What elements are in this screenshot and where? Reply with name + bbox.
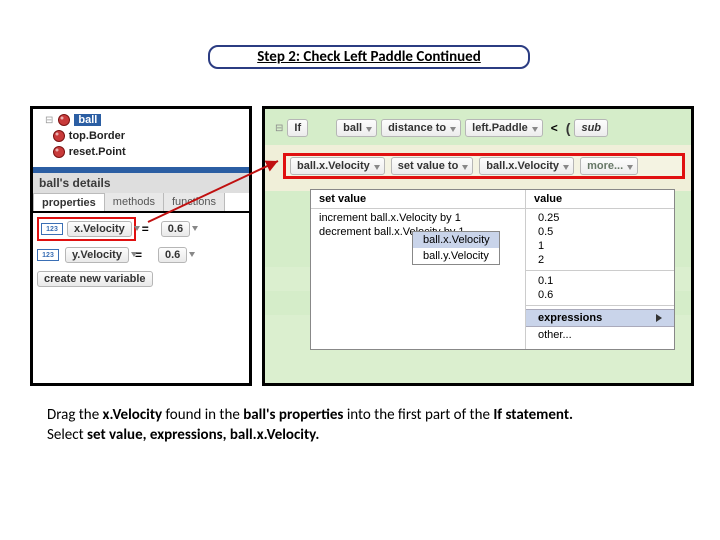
menu-left-col: increment ball.x.Velocity by 1 decrement…: [311, 209, 526, 349]
tab-properties[interactable]: properties: [33, 193, 105, 211]
tree-leaf-icon: [45, 147, 48, 158]
prop-value[interactable]: 0.6: [158, 247, 187, 263]
less-than-label: <: [547, 121, 562, 135]
step-title-text: Step 2: Check Left Paddle Continued: [257, 48, 481, 66]
tree-expand-icon[interactable]: ⊟: [45, 115, 53, 126]
submenu-arrow-icon: [656, 314, 662, 322]
tree-label: top.Border: [69, 130, 125, 142]
token-setvalue[interactable]: set value to: [391, 157, 474, 175]
ball-icon: [52, 129, 66, 143]
submenu-item-ballxv[interactable]: ball.x.Velocity: [413, 232, 499, 248]
menu-header: set value value: [311, 190, 674, 209]
t: ball's properties: [243, 406, 347, 424]
value-option[interactable]: 1: [526, 239, 674, 253]
prop-name[interactable]: y.Velocity: [65, 247, 129, 263]
property-xvelocity[interactable]: 123 x.Velocity = 0.6: [37, 217, 245, 241]
if-token-ball[interactable]: ball: [336, 119, 377, 137]
tree-leaf-icon: [45, 131, 48, 142]
expressions-label: expressions: [538, 312, 602, 324]
object-panel: ⊟ ball top.Border reset.Point ball's det…: [30, 106, 252, 386]
value-option[interactable]: 0.5: [526, 225, 674, 239]
menu-item-expressions[interactable]: expressions: [526, 309, 674, 327]
token-more[interactable]: more...: [580, 157, 638, 175]
value-option[interactable]: 0.1: [526, 274, 674, 288]
tree-label: ball: [74, 114, 101, 126]
expressions-submenu[interactable]: ball.x.Velocity ball.y.Velocity: [412, 231, 500, 265]
value-option[interactable]: 2: [526, 253, 674, 267]
tree-row-ball[interactable]: ⊟ ball: [45, 113, 243, 127]
menu-separator: [526, 270, 674, 271]
details-tabs: properties methods functions: [33, 193, 249, 213]
xvelocity-highlight: 123 x.Velocity: [37, 217, 136, 241]
tree-label: reset.Point: [69, 146, 126, 158]
tab-methods[interactable]: methods: [105, 193, 164, 211]
if-keyword: If: [287, 119, 308, 137]
tree-row-topborder[interactable]: top.Border: [45, 129, 243, 143]
t: into the first part of the: [347, 406, 494, 424]
step-title: Step 2: Check Left Paddle Continued: [208, 45, 530, 69]
details-heading: ball's details: [33, 173, 249, 193]
if-statement-row[interactable]: ⊟ If ball distance to left.Paddle < ( su…: [275, 119, 608, 137]
prop-value[interactable]: 0.6: [161, 221, 190, 237]
set-value-statement[interactable]: ball.x.Velocity set value to ball.x.Velo…: [283, 153, 685, 179]
t: found in the: [166, 406, 244, 424]
t: Select: [47, 426, 87, 444]
t: set value, expressions, ball.x.Velocity.: [87, 426, 319, 444]
t: If statement.: [493, 406, 573, 424]
menu-item-other[interactable]: other...: [526, 327, 674, 343]
ball-icon: [52, 145, 66, 159]
t: x.Velocity: [103, 406, 166, 424]
value-option[interactable]: 0.25: [526, 211, 674, 225]
if-token-leftpaddle[interactable]: left.Paddle: [465, 119, 543, 137]
paren-open: (: [566, 120, 571, 136]
tree-row-resetpoint[interactable]: reset.Point: [45, 145, 243, 159]
prop-name[interactable]: x.Velocity: [67, 221, 132, 237]
create-new-variable[interactable]: create new variable: [37, 271, 245, 287]
instruction-text: Drag the x.Velocity found in the ball's …: [47, 406, 680, 445]
if-token-sub[interactable]: sub: [574, 119, 608, 137]
properties-body: 123 x.Velocity = 0.6 123 y.Velocity = 0.…: [33, 213, 249, 291]
menu-separator: [526, 305, 674, 306]
menu-item-increment[interactable]: increment ball.x.Velocity by 1: [319, 211, 517, 225]
menu-col-setvalue: set value: [311, 190, 526, 208]
token-ballxv2[interactable]: ball.x.Velocity: [479, 157, 574, 175]
value-option[interactable]: 0.6: [526, 288, 674, 302]
t: Drag the: [47, 406, 103, 424]
token-ballxv[interactable]: ball.x.Velocity: [290, 157, 385, 175]
menu-right-col: 0.25 0.5 1 2 0.1 0.6 expressions other..…: [526, 209, 674, 349]
object-tree: ⊟ ball top.Border reset.Point: [33, 109, 249, 163]
menu-col-value: value: [526, 190, 674, 208]
create-new-variable-label: create new variable: [37, 271, 153, 287]
ball-icon: [57, 113, 71, 127]
number-type-icon: 123: [41, 223, 63, 235]
property-yvelocity[interactable]: 123 y.Velocity = 0.6: [37, 247, 245, 263]
collapse-icon[interactable]: ⊟: [275, 123, 283, 134]
if-token-distance[interactable]: distance to: [381, 119, 461, 137]
tab-functions[interactable]: functions: [164, 193, 225, 211]
submenu-item-ballyv[interactable]: ball.y.Velocity: [413, 248, 499, 264]
equals-label: =: [138, 222, 153, 236]
number-type-icon: 123: [37, 249, 59, 261]
set-value-menu[interactable]: set value value increment ball.x.Velocit…: [310, 189, 675, 350]
